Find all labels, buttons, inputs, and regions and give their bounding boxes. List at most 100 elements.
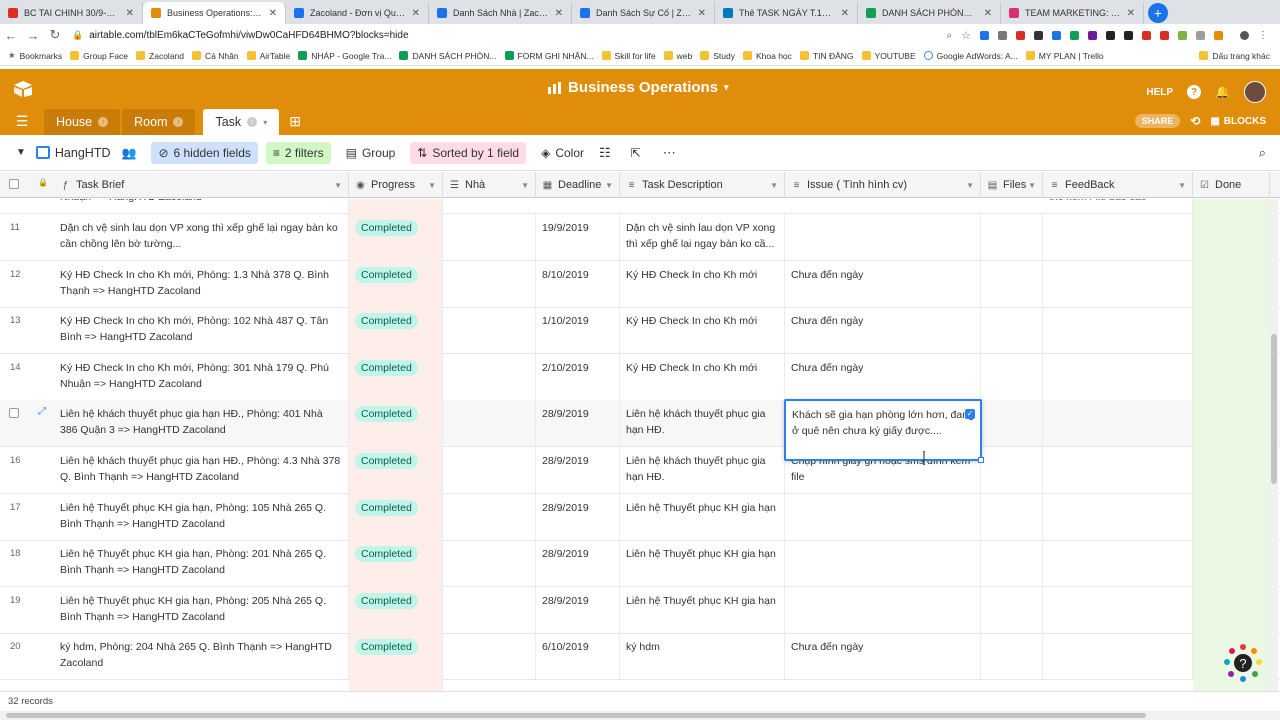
bookmark-item[interactable]: ★ Bookmarks bbox=[8, 50, 70, 61]
bookmark-item[interactable]: NHÁP - Google Tra... bbox=[298, 51, 399, 61]
progress-cell[interactable]: Completed bbox=[349, 633, 443, 680]
extension-icon[interactable] bbox=[1034, 30, 1043, 40]
files-cell[interactable] bbox=[981, 353, 1043, 400]
deadline-cell[interactable]: 6/10/2019 bbox=[536, 633, 620, 680]
star-icon[interactable]: ☆ bbox=[961, 29, 971, 42]
browser-tab[interactable]: Business Operations: Task - ✕ bbox=[143, 2, 286, 24]
issue-cell[interactable] bbox=[785, 586, 981, 633]
other-bookmarks[interactable]: Dấu trang khác bbox=[1199, 51, 1280, 61]
nha-cell[interactable] bbox=[443, 307, 536, 354]
select-all-checkbox[interactable] bbox=[9, 179, 19, 189]
bookmark-item[interactable]: web bbox=[663, 51, 701, 61]
expand-cell-icon[interactable]: ✓ bbox=[965, 409, 975, 419]
feedback-cell[interactable] bbox=[1043, 586, 1193, 633]
issue-cell[interactable] bbox=[785, 214, 981, 260]
deadline-cell[interactable]: 28/9/2019 bbox=[536, 447, 620, 493]
bookmark-item[interactable]: AirTable bbox=[246, 51, 299, 61]
extension-icon[interactable] bbox=[998, 30, 1007, 40]
task-brief-cell[interactable]: Liên hệ khách thuyết phục gia hạn HĐ., P… bbox=[54, 447, 349, 493]
done-cell[interactable] bbox=[1193, 493, 1270, 541]
help-fab-icon[interactable]: ? bbox=[1222, 643, 1264, 685]
issue-cell[interactable]: Chưa đến ngày bbox=[785, 353, 981, 400]
files-cell[interactable] bbox=[981, 214, 1043, 260]
task-brief-cell[interactable]: Ký HĐ Check In cho Kh mới, Phòng: 301 Nh… bbox=[54, 353, 349, 400]
browser-tab[interactable]: TEAM MARKETING: BÁO CÁ ✕ bbox=[1001, 2, 1144, 24]
column-header[interactable]: ƒ Task Brief ▼ bbox=[54, 172, 349, 198]
issue-cell[interactable] bbox=[785, 540, 981, 587]
extension-icon[interactable] bbox=[1070, 30, 1079, 40]
column-header[interactable]: ◉ Progress ▼ bbox=[349, 172, 443, 198]
feedback-cell[interactable] bbox=[1043, 493, 1193, 540]
extension-icon[interactable] bbox=[1088, 30, 1097, 40]
progress-cell[interactable]: Completed bbox=[349, 447, 443, 493]
deadline-cell[interactable]: 2/10/2019 bbox=[536, 353, 620, 400]
nha-cell[interactable] bbox=[443, 540, 536, 587]
blocks-button[interactable]: ▦ BLOCKS bbox=[1210, 116, 1266, 127]
fill-handle[interactable] bbox=[978, 457, 984, 463]
collapse-sidebar-icon[interactable]: ▼ bbox=[16, 147, 26, 158]
horizontal-scrollbar[interactable] bbox=[0, 711, 1280, 720]
files-cell[interactable] bbox=[981, 260, 1043, 307]
progress-cell[interactable]: Completed bbox=[349, 400, 443, 447]
files-cell[interactable] bbox=[981, 400, 1043, 447]
done-cell[interactable] bbox=[1193, 199, 1270, 214]
progress-cell[interactable]: Completed bbox=[349, 540, 443, 587]
task-description-cell[interactable]: Liên hệ khách thuyết phục gia hạn HĐ. bbox=[620, 400, 785, 447]
done-cell[interactable] bbox=[1193, 353, 1270, 401]
browser-tab[interactable]: Danh Sách Sự Cố | Zacoland ✕ bbox=[572, 2, 715, 24]
chevron-down-icon[interactable]: ▾ bbox=[263, 118, 267, 127]
task-brief-cell[interactable]: Ký HĐ Check In cho Kh mới, Phòng: 1.3 Nh… bbox=[54, 260, 349, 307]
bookmark-item[interactable]: MY PLAN | Trello bbox=[1025, 51, 1112, 61]
close-icon[interactable]: ✕ bbox=[412, 8, 420, 19]
column-header[interactable]: ≡ Task Description ▼ bbox=[620, 172, 785, 198]
task-description-cell[interactable]: ký hdm bbox=[620, 633, 785, 680]
table-row[interactable]: 18 Liên hệ Thuyết phục KH gia hạn, Phòng:… bbox=[0, 540, 1280, 588]
feedback-cell[interactable]: the kem File bao cao bbox=[1043, 199, 1193, 213]
done-cell[interactable] bbox=[1193, 214, 1270, 261]
expand-record-icon[interactable]: ⤢ bbox=[38, 406, 46, 417]
extension-icon[interactable] bbox=[1214, 30, 1223, 40]
nha-cell[interactable] bbox=[443, 353, 536, 400]
bookmark-item[interactable]: Google AdWords: A... bbox=[923, 51, 1026, 61]
chevron-down-icon[interactable]: ▼ bbox=[966, 181, 974, 190]
bell-icon[interactable]: 🔔 bbox=[1215, 85, 1230, 99]
table-row[interactable]: 19 Liên hệ Thuyết phục KH gia hạn, Phòng:… bbox=[0, 586, 1280, 634]
tab-room[interactable]: Room i bbox=[122, 109, 196, 135]
deadline-cell[interactable]: 28/9/2019 bbox=[536, 586, 620, 633]
url-field[interactable]: 🔒 airtable.com/tblEm6kaCTeGofmhi/viwDw0C… bbox=[72, 30, 832, 41]
column-header[interactable]: ☑ Done bbox=[1193, 172, 1270, 198]
feedback-cell[interactable] bbox=[1043, 633, 1193, 680]
feedback-cell[interactable] bbox=[1043, 400, 1193, 447]
hamburger-menu-icon[interactable]: ☰ bbox=[0, 109, 44, 135]
nha-cell[interactable] bbox=[443, 260, 536, 307]
files-cell[interactable] bbox=[981, 540, 1043, 587]
table-row[interactable]: 16 Liên hệ khách thuyết phục gia hạn HĐ.,… bbox=[0, 447, 1280, 494]
chevron-down-icon[interactable]: ▼ bbox=[428, 181, 436, 190]
table-row[interactable]: 14 Ký HĐ Check In cho Kh mới, Phòng: 301 … bbox=[0, 353, 1280, 401]
info-icon[interactable]: i bbox=[247, 117, 258, 127]
task-brief-cell[interactable]: Dặn ch vệ sinh lau dọn VP xong thì xếp g… bbox=[54, 214, 349, 260]
task-brief-cell[interactable]: Ký HĐ Check In cho Kh mới, Phòng: 102 Nh… bbox=[54, 307, 349, 354]
task-brief-cell[interactable]: Liên hệ Thuyết phục KH gia hạn, Phòng: 1… bbox=[54, 493, 349, 540]
task-description-cell[interactable]: Liên hệ Thuyết phục KH gia hạn bbox=[620, 493, 785, 540]
done-cell[interactable] bbox=[1193, 540, 1270, 588]
issue-cell[interactable]: Chưa đến ngày bbox=[785, 260, 981, 307]
task-brief-cell[interactable]: Liên hệ Thuyết phục KH gia hạn, Phòng: 2… bbox=[54, 540, 349, 587]
done-cell[interactable] bbox=[1193, 307, 1270, 355]
sort-button[interactable]: ⇅ Sorted by 1 field bbox=[410, 141, 527, 164]
table-row[interactable]: 20 ký hdm, Phòng: 204 Nhà 265 Q. Bình Thạ… bbox=[0, 633, 1280, 681]
feedback-cell[interactable] bbox=[1043, 307, 1193, 354]
new-tab-icon[interactable]: + bbox=[1148, 3, 1168, 23]
nha-cell[interactable] bbox=[443, 493, 536, 540]
vertical-scrollbar[interactable] bbox=[1270, 199, 1278, 691]
column-header[interactable]: ▤ Files ▼ bbox=[981, 172, 1043, 198]
feedback-cell[interactable] bbox=[1043, 540, 1193, 587]
task-description-cell[interactable]: Ký HĐ Check In cho Kh mới bbox=[620, 307, 785, 354]
browser-tab[interactable]: Danh Sách Nhà | Zacoland ✕ bbox=[429, 2, 572, 24]
bookmark-item[interactable]: TIN ĐĂNG bbox=[799, 51, 862, 61]
deadline-cell[interactable]: 28/9/2019 bbox=[536, 400, 620, 447]
bookmark-item[interactable]: Cá Nhân bbox=[192, 51, 247, 61]
history-icon[interactable]: ⟲ bbox=[1190, 114, 1200, 128]
hidden-fields-button[interactable]: ⊘ 6 hidden fields bbox=[151, 141, 258, 164]
issue-cell[interactable]: Chưa đến ngày bbox=[785, 633, 981, 680]
